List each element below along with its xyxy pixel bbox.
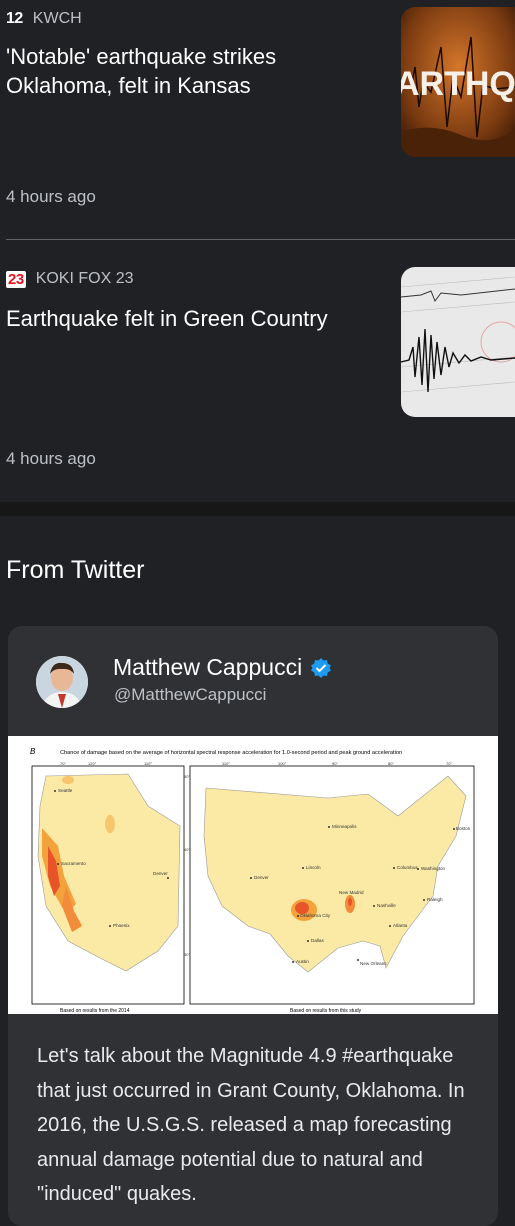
svg-text:Denver: Denver [254, 875, 269, 880]
svg-text:110°: 110° [222, 761, 230, 766]
svg-text:Nashville: Nashville [377, 903, 396, 908]
svg-text:New Madrid: New Madrid [339, 890, 364, 895]
author-handle[interactable]: @MatthewCappucci [114, 685, 266, 705]
svg-text:Phoenix: Phoenix [113, 923, 130, 928]
svg-text:90°: 90° [332, 761, 338, 766]
svg-text:Raleigh: Raleigh [427, 897, 443, 902]
verified-badge-icon [311, 657, 332, 678]
svg-text:Sacramento: Sacramento [61, 861, 86, 866]
svg-text:80°: 80° [388, 761, 394, 766]
svg-text:40°: 40° [184, 847, 190, 852]
source-name: KWCH [32, 10, 82, 27]
svg-text:Washington: Washington [421, 866, 446, 871]
svg-text:Boston: Boston [456, 826, 471, 831]
svg-text:Based on results from the 2014: Based on results from the 2014 [60, 1008, 130, 1014]
svg-text:Oklahoma City: Oklahoma City [300, 913, 331, 918]
svg-text:100°: 100° [278, 761, 287, 766]
news-article-kwch[interactable]: 12 KWCH 'Notable' earthquake strikes Okl… [0, 0, 515, 240]
news-article-koki[interactable]: 23 KOKI FOX 23 Earthquake felt in Green … [0, 240, 515, 502]
article-thumbnail[interactable]: ARTHQU [401, 7, 515, 157]
article-headline[interactable]: Earthquake felt in Green Country [6, 304, 366, 333]
svg-text:Denver: Denver [153, 871, 168, 876]
svg-text:Seattle: Seattle [58, 788, 73, 793]
svg-text:ARTHQU: ARTHQU [401, 65, 515, 103]
tweet-card[interactable]: Matthew Cappucci @MatthewCappucci B Chan… [8, 626, 498, 1226]
svg-text:Minneapolis: Minneapolis [332, 824, 357, 829]
tweet-image[interactable]: B Chance of damage based on the average … [8, 736, 498, 1014]
twitter-section: From Twitter Matthew Cappucci @MatthewCa… [0, 516, 515, 1226]
author-name[interactable]: Matthew Cappucci [113, 654, 332, 681]
svg-text:120°: 120° [88, 761, 97, 766]
article-thumbnail[interactable] [401, 267, 515, 417]
article-headline[interactable]: 'Notable' earthquake strikes Oklahoma, f… [6, 42, 366, 100]
svg-text:Dallas: Dallas [311, 938, 324, 943]
svg-text:Austin: Austin [296, 959, 309, 964]
svg-text:50°: 50° [184, 774, 190, 779]
author-name-text: Matthew Cappucci [113, 654, 303, 680]
svg-text:Based on results from this stu: Based on results from this study [290, 1008, 362, 1014]
svg-text:Lincoln: Lincoln [306, 865, 321, 870]
section-gap [0, 502, 515, 516]
section-title: From Twitter [6, 556, 145, 584]
svg-text:70°: 70° [446, 761, 452, 766]
svg-text:Chance of damage based on the: Chance of damage based on the average of… [60, 750, 402, 756]
article-time: 4 hours ago [6, 187, 96, 206]
svg-text:110°: 110° [144, 761, 152, 766]
article-source: 12 KWCH [6, 10, 82, 28]
article-source: 23 KOKI FOX 23 [6, 270, 134, 288]
source-name: KOKI FOX 23 [35, 270, 134, 287]
avatar[interactable] [36, 656, 88, 708]
tweet-text: Let's talk about the Magnitude 4.9 #eart… [37, 1045, 465, 1205]
svg-text:30°: 30° [184, 952, 190, 957]
svg-text:Columbus: Columbus [397, 865, 418, 870]
article-time: 4 hours ago [6, 449, 96, 468]
svg-text:B: B [30, 747, 36, 756]
source-logo: 23 [6, 270, 26, 288]
svg-text:Atlanta: Atlanta [393, 923, 408, 928]
svg-text:70°: 70° [60, 761, 66, 766]
source-logo: 12 [6, 10, 23, 27]
svg-text:New Orleans: New Orleans [360, 961, 387, 966]
